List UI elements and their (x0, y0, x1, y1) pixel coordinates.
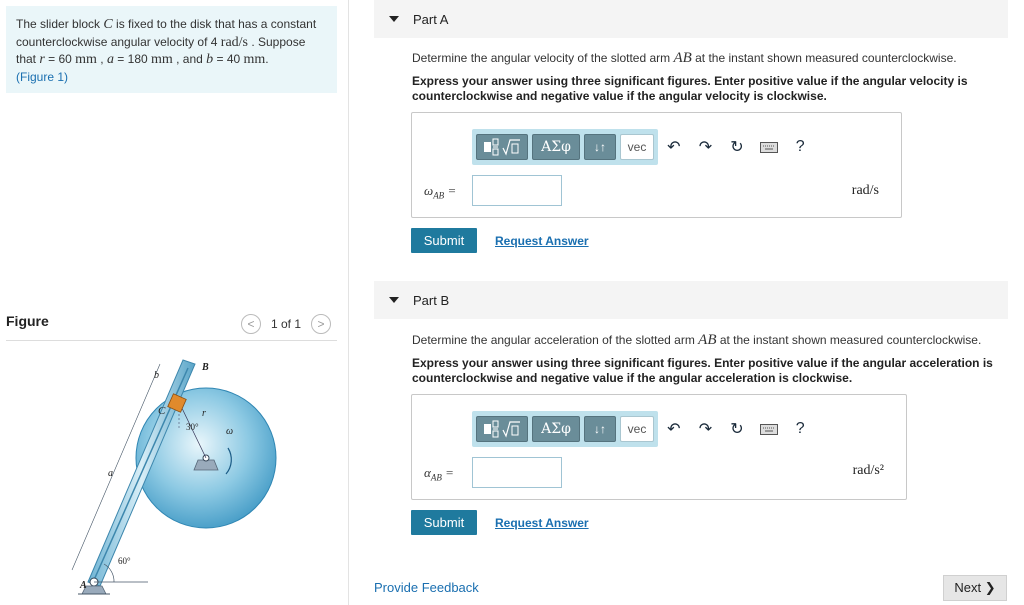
unit-label: rad/s (851, 183, 879, 198)
unit-mm: mm (243, 52, 266, 67)
omega-ab-label: ωAB = (424, 183, 456, 201)
fig-label-60deg: 60° (118, 556, 131, 566)
part-b-request-answer-link[interactable]: Request Answer (495, 516, 589, 530)
var-a: a (106, 52, 114, 67)
problem-text: = 60 (44, 52, 76, 66)
column-divider (348, 0, 349, 605)
question-text: Determine the angular velocity of the sl… (412, 51, 674, 65)
next-figure-button[interactable]: > (311, 314, 332, 334)
undo-icon[interactable]: ↶ (658, 416, 690, 442)
toolbar-group: ΑΣφ ↓↑ vec (472, 411, 658, 447)
greek-symbols-button[interactable]: ΑΣφ (532, 134, 580, 160)
problem-text: = 40 (213, 52, 244, 66)
problem-text: , and (172, 52, 207, 66)
undo-icon[interactable]: ↶ (658, 134, 690, 160)
reset-icon[interactable]: ↻ (721, 134, 753, 160)
unit-mm: mm (151, 52, 173, 67)
part-a-instructions: Express your answer using three signific… (412, 74, 968, 103)
sort-arrows-button[interactable]: ↓↑ (584, 134, 616, 160)
fig-label-a-point: A (79, 580, 87, 591)
subscript: AB (433, 190, 445, 201)
templates-button[interactable] (476, 134, 528, 160)
part-a-request-answer-link[interactable]: Request Answer (495, 234, 589, 248)
fig-label-c: C (158, 405, 166, 417)
redo-icon[interactable]: ↷ (690, 416, 722, 442)
omega-symbol: ω (424, 183, 434, 198)
templates-icon (484, 420, 520, 438)
part-a-submit-button[interactable]: Submit (411, 228, 477, 253)
unit-label: rad/s² (852, 463, 884, 478)
reset-icon[interactable]: ↻ (721, 416, 753, 442)
question-text: at the instant shown measured counterclo… (716, 333, 982, 347)
provide-feedback-link[interactable]: Provide Feedback (374, 580, 479, 595)
collapse-triangle-icon (389, 16, 399, 22)
subscript: AB (430, 472, 442, 483)
redo-icon[interactable]: ↷ (690, 134, 722, 160)
problem-text: The slider block (16, 17, 104, 31)
alpha-symbol: α (424, 465, 431, 480)
equals-sign: = (441, 465, 454, 480)
part-b-header[interactable]: Part B (374, 281, 1008, 319)
sort-arrows-button[interactable]: ↓↑ (584, 416, 616, 442)
problem-text: = 180 (113, 52, 151, 66)
var-ab: AB (673, 50, 692, 66)
alpha-ab-label: αAB = (424, 465, 454, 483)
fig-label-b-lower: b (154, 370, 159, 381)
problem-text: . (265, 52, 269, 66)
vector-button[interactable]: vec (620, 416, 654, 442)
problem-text: , (96, 52, 107, 66)
fig-label-30deg: 30° (186, 422, 199, 432)
var-ab: AB (698, 332, 717, 348)
fig-label-b-upper: B (201, 362, 209, 373)
part-a-header[interactable]: Part A (374, 0, 1008, 38)
fig-label-a: a (108, 468, 113, 479)
chevron-right-icon: > (317, 317, 325, 331)
question-text: at the instant shown measured counterclo… (691, 51, 957, 65)
mechanism-figure: B b C r ω a 30° 60° A (71, 359, 277, 595)
help-icon[interactable]: ? (784, 134, 816, 160)
part-a-answer-box: ΑΣφ ↓↑ vec ↶ ↷ ↻ ? ωAB = rad/s (411, 112, 902, 218)
var-c: C (103, 17, 113, 32)
toolbar-group: ΑΣφ ↓↑ vec (472, 129, 658, 165)
fig-label-r: r (202, 408, 206, 419)
figure-heading: Figure (6, 313, 49, 329)
figure-counter: 1 of 1 (271, 317, 302, 331)
problem-statement: The slider block C is fixed to the disk … (6, 6, 337, 93)
unit-mm: mm (75, 52, 97, 67)
alpha-ab-input[interactable] (472, 457, 562, 488)
keyboard-icon[interactable] (753, 134, 785, 160)
prev-figure-button[interactable]: < (241, 314, 261, 334)
part-b-question: Determine the angular acceleration of th… (412, 332, 1012, 349)
part-b-title: Part B (413, 292, 450, 308)
part-b-instructions: Express your answer using three signific… (412, 356, 993, 385)
part-a-title: Part A (413, 11, 449, 27)
keyboard-icon[interactable] (753, 416, 785, 442)
fig-label-omega: ω (226, 426, 233, 437)
collapse-triangle-icon (389, 297, 399, 303)
divider (6, 340, 337, 341)
templates-button[interactable] (476, 416, 528, 442)
keyboard-shape (759, 141, 778, 153)
vector-button[interactable]: vec (620, 134, 654, 160)
math-toolbar: ΑΣφ ↓↑ vec ↶ ↷ ↻ ? (472, 411, 816, 447)
part-b-answer-box: ΑΣφ ↓↑ vec ↶ ↷ ↻ ? αAB = rad/s² (411, 394, 907, 500)
omega-ab-input[interactable] (472, 175, 562, 206)
next-button[interactable]: Next ❯ (943, 575, 1007, 601)
templates-icon (484, 138, 520, 156)
keyboard-shape (759, 423, 778, 435)
figure-pager: < 1 of 1 > (241, 314, 332, 334)
chevron-left-icon: < (247, 317, 255, 331)
equals-sign: = (444, 183, 457, 198)
greek-symbols-button[interactable]: ΑΣφ (532, 416, 580, 442)
part-a-question: Determine the angular velocity of the sl… (412, 50, 1012, 67)
question-text: Determine the angular acceleration of th… (412, 333, 699, 347)
figure-link[interactable]: (Figure 1) (16, 70, 68, 84)
unit-rads: rad/s (220, 34, 248, 50)
part-b-submit-button[interactable]: Submit (411, 510, 477, 535)
math-toolbar: ΑΣφ ↓↑ vec ↶ ↷ ↻ ? (472, 129, 816, 165)
help-icon[interactable]: ? (784, 416, 816, 442)
